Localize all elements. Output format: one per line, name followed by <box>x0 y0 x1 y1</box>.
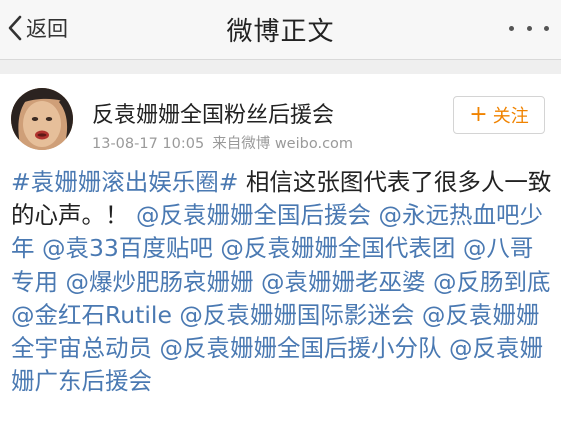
mention-link[interactable]: @袁姗姗老巫婆 <box>261 268 426 296</box>
hashtag-link[interactable]: #袁姗姗滚出娱乐圈# <box>11 168 238 196</box>
post-text <box>455 234 462 262</box>
plus-icon: + <box>469 102 488 127</box>
author-name[interactable]: 反袁姗姗全国粉丝后援会 <box>92 97 334 129</box>
top-nav-bar: 返回 微博正文 <box>0 0 561 60</box>
page-title: 微博正文 <box>226 17 335 47</box>
more-dots-icon <box>509 25 514 31</box>
avatar[interactable] <box>11 88 73 150</box>
mention-link[interactable]: @反袁姗姗全国后援小分队 <box>159 334 441 362</box>
mention-link[interactable]: @爆炒肥肠哀姗姗 <box>65 268 253 296</box>
post-source[interactable]: 来自微博 weibo.com <box>212 136 353 152</box>
section-divider <box>0 60 561 74</box>
follow-label: 关注 <box>492 106 529 127</box>
mention-link[interactable]: @金红石Rutile <box>11 301 172 329</box>
post-meta: 13-08-17 10:05 来自微博 weibo.com <box>92 132 353 153</box>
more-button[interactable] <box>509 14 549 42</box>
post-text <box>414 301 421 329</box>
post-text <box>35 234 42 262</box>
mention-link[interactable]: @袁33百度贴吧 <box>42 234 213 262</box>
post-timestamp: 13-08-17 10:05 <box>92 136 205 152</box>
post-text <box>253 268 260 296</box>
post-body: #袁姗姗滚出娱乐圈# 相信这张图代表了很多人一致的心声。！ @反袁姗姗全国后援会… <box>11 166 553 398</box>
post-text <box>441 334 448 362</box>
follow-button[interactable]: + 关注 <box>453 96 545 134</box>
mention-link[interactable]: @反袁姗姗全国代表团 <box>220 234 455 262</box>
mention-link[interactable]: @反肠到底 <box>433 268 551 296</box>
mention-link[interactable]: @反袁姗姗国际影迷会 <box>179 301 414 329</box>
mention-link[interactable]: @反袁姗姗全国后援会 <box>136 201 371 229</box>
post-text <box>425 268 432 296</box>
